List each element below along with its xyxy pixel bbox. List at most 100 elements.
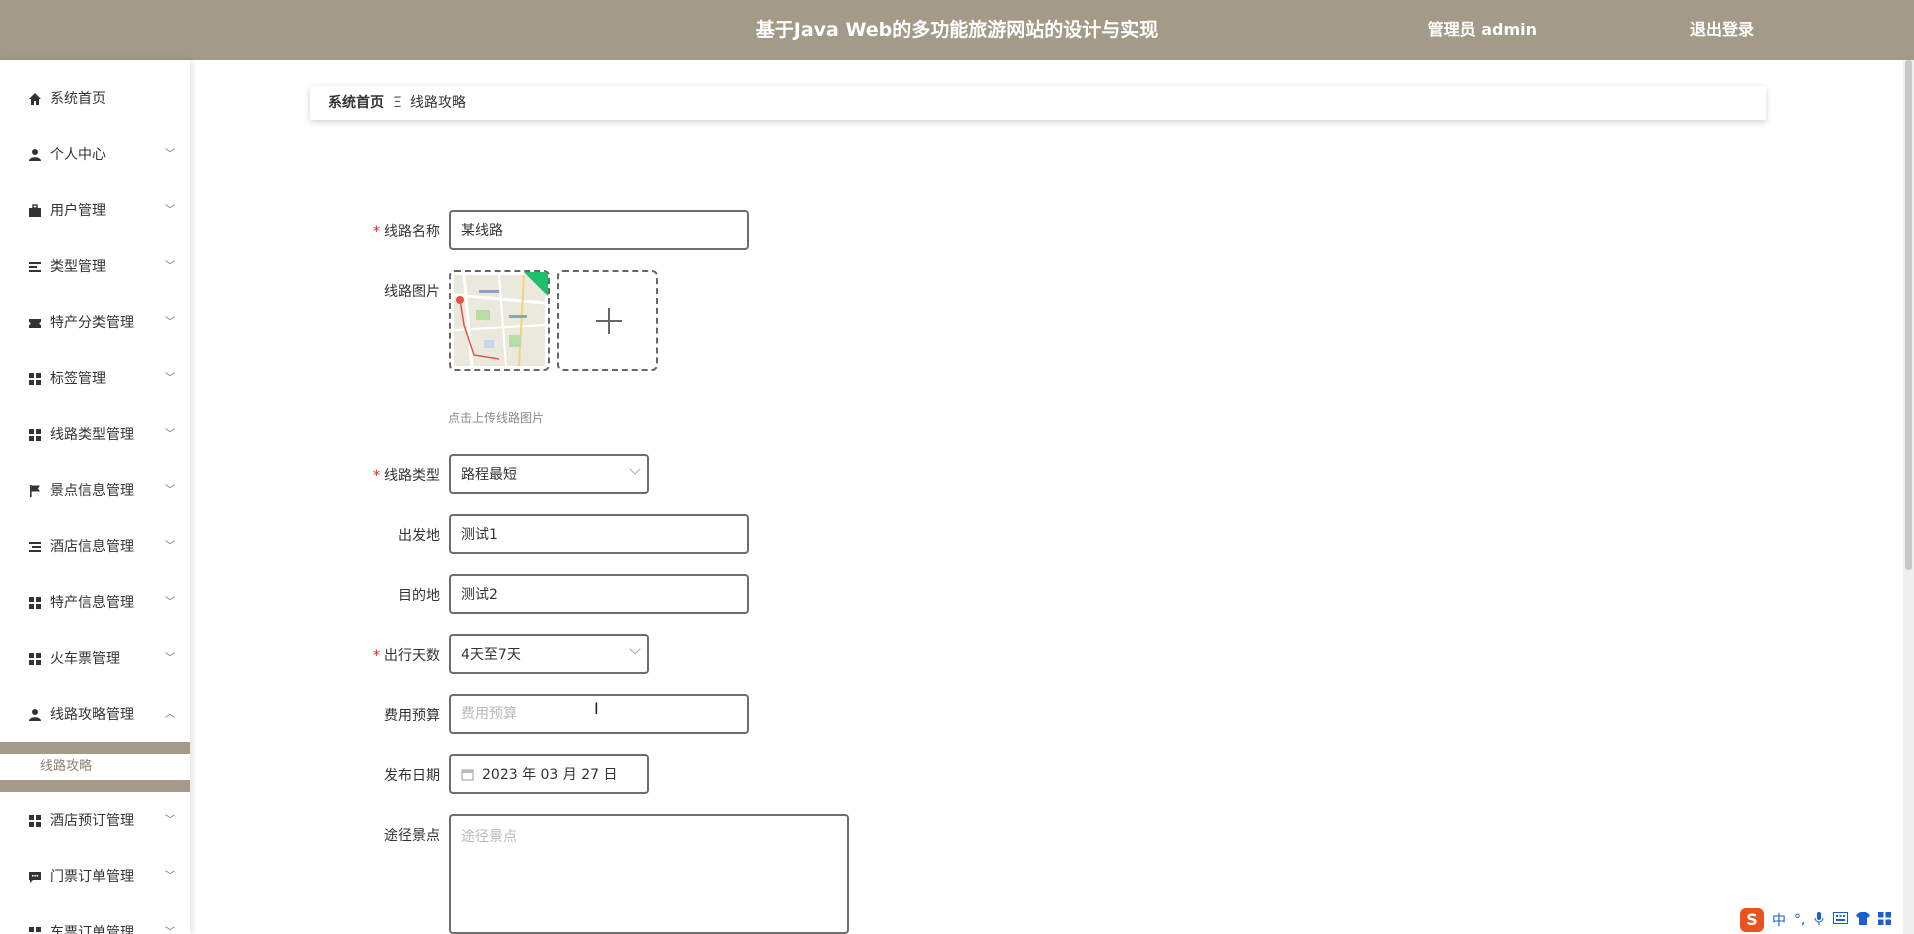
sidebar-item-ticket-orders[interactable]: 门票订单管理 ﹀ xyxy=(0,857,190,897)
skin-icon[interactable] xyxy=(1856,911,1871,929)
publish-date-label: 发布日期 xyxy=(384,768,440,784)
route-name-label: * 线路名称 xyxy=(373,224,440,240)
sidebar-item-label: 酒店预订管理 xyxy=(50,813,134,829)
publish-date-value: 2023 年 03 月 27 日 xyxy=(482,767,618,783)
sidebar-subitem-route-guide[interactable]: 线路攻略 xyxy=(0,754,190,780)
route-image-thumbnail[interactable] xyxy=(449,270,550,371)
sidebar-item-home[interactable]: 系统首页 xyxy=(0,79,190,119)
publish-date-field[interactable]: 2023 年 03 月 27 日 xyxy=(449,754,649,794)
grid-icon xyxy=(28,801,42,841)
departure-label: 出发地 xyxy=(398,528,440,544)
travel-days-select[interactable]: 4天至7天 xyxy=(449,634,649,674)
sidebar-item-label: 线路攻略管理 xyxy=(50,707,134,723)
breadcrumb-home-link[interactable]: 系统首页 xyxy=(328,86,384,120)
budget-input[interactable] xyxy=(461,706,737,722)
plus-icon-vertical xyxy=(608,308,610,334)
chevron-down-icon: ﹀ xyxy=(165,149,175,160)
sidebar-item-label: 类型管理 xyxy=(50,259,106,275)
sidebar-item-hotels[interactable]: 酒店信息管理 ﹀ xyxy=(0,527,190,567)
spots-field[interactable] xyxy=(449,814,849,934)
chevron-down-icon: ﹀ xyxy=(165,429,175,440)
budget-label: 费用预算 xyxy=(384,708,440,724)
route-name-input[interactable] xyxy=(461,222,737,238)
chevron-down-icon: ﹀ xyxy=(165,871,175,882)
sidebar-item-route-guides[interactable]: 线路攻略管理 ︿ xyxy=(0,695,190,735)
chevron-down-icon: ﹀ xyxy=(165,927,175,934)
page-scrollbar[interactable] xyxy=(1903,60,1914,934)
travel-days-value: 4天至7天 xyxy=(461,647,521,663)
breadcrumb-current: 线路攻略 xyxy=(410,95,466,111)
sidebar-item-profile[interactable]: 个人中心 ﹀ xyxy=(0,135,190,175)
grid-icon xyxy=(28,913,42,934)
sidebar-item-label: 车票订单管理 xyxy=(50,925,134,934)
sidebar-item-train-orders[interactable]: 车票订单管理 ﹀ xyxy=(0,913,190,934)
travel-days-label: * 出行天数 xyxy=(373,648,440,664)
map-image xyxy=(454,275,545,366)
route-name-field[interactable] xyxy=(449,210,749,250)
logout-button[interactable]: 退出登录 xyxy=(1690,0,1754,60)
ime-language[interactable]: 中 xyxy=(1772,910,1786,930)
person-icon xyxy=(28,135,42,175)
destination-field[interactable] xyxy=(449,574,749,614)
route-type-select[interactable]: 路程最短 xyxy=(449,454,649,494)
spots-textarea[interactable] xyxy=(461,826,837,926)
departure-input[interactable] xyxy=(461,526,737,542)
keyboard-icon[interactable] xyxy=(1833,912,1849,928)
apps-icon[interactable] xyxy=(1878,911,1892,929)
route-type-label: * 线路类型 xyxy=(373,468,440,484)
grid-icon xyxy=(28,415,42,455)
sidebar-item-users[interactable]: 用户管理 ﹀ xyxy=(0,191,190,231)
departure-field[interactable] xyxy=(449,514,749,554)
submenu-band-top xyxy=(0,742,190,754)
chevron-up-icon: ︿ xyxy=(165,709,175,720)
sidebar-item-hotel-bookings[interactable]: 酒店预订管理 ﹀ xyxy=(0,801,190,841)
destination-input[interactable] xyxy=(461,586,737,602)
sidebar-item-types[interactable]: 类型管理 ﹀ xyxy=(0,247,190,287)
upload-hint: 点击上传线路图片 xyxy=(448,411,545,425)
budget-field[interactable] xyxy=(449,694,749,734)
chevron-down-icon: ﹀ xyxy=(165,815,175,826)
text-cursor: I xyxy=(594,699,599,718)
top-header: 基于Java Web的多功能旅游网站的设计与实现 管理员 admin 退出登录 xyxy=(0,0,1914,60)
breadcrumb-separator: Ξ xyxy=(393,95,402,111)
current-user: 管理员 admin xyxy=(1427,20,1537,39)
required-mark: * xyxy=(373,468,380,484)
spots-label: 途径景点 xyxy=(384,828,440,844)
required-mark: * xyxy=(373,648,380,664)
flag-icon xyxy=(28,471,42,511)
sidebar-item-label: 门票订单管理 xyxy=(50,869,134,885)
chevron-down-icon: ﹀ xyxy=(165,205,175,216)
sidebar-item-scenic-spots[interactable]: 景点信息管理 ﹀ xyxy=(0,471,190,511)
sidebar-item-label: 个人中心 xyxy=(50,147,106,163)
chevron-down-icon: ﹀ xyxy=(165,541,175,552)
sidebar-item-label: 火车票管理 xyxy=(50,651,120,667)
ime-logo[interactable]: S xyxy=(1740,908,1764,932)
submenu-band-bottom xyxy=(0,780,190,792)
sidebar-item-label: 标签管理 xyxy=(50,371,106,387)
chevron-down-icon: ﹀ xyxy=(165,653,175,664)
person-icon xyxy=(28,695,42,735)
sidebar-item-train-tickets[interactable]: 火车票管理 ﹀ xyxy=(0,639,190,679)
scrollbar-thumb[interactable] xyxy=(1905,60,1912,570)
chevron-down-icon: ﹀ xyxy=(165,597,175,608)
chevron-down-icon: ﹀ xyxy=(165,485,175,496)
route-type-value: 路程最短 xyxy=(461,467,517,483)
sidebar-item-label: 用户管理 xyxy=(50,203,106,219)
sidebar-item-specialties[interactable]: 特产信息管理 ﹀ xyxy=(0,583,190,623)
chevron-down-icon: ﹀ xyxy=(165,317,175,328)
sidebar-item-specialty-category[interactable]: 特产分类管理 ﹀ xyxy=(0,303,190,343)
required-mark: * xyxy=(373,224,380,240)
image-upload-button[interactable] xyxy=(557,270,658,371)
sidebar-item-route-types[interactable]: 线路类型管理 ﹀ xyxy=(0,415,190,455)
microphone-icon[interactable] xyxy=(1813,911,1825,929)
sidebar-item-label: 系统首页 xyxy=(50,91,106,107)
destination-label: 目的地 xyxy=(398,588,440,604)
system-tray: S 中 °, xyxy=(1740,906,1914,934)
sidebar-item-label: 线路类型管理 xyxy=(50,427,134,443)
punctuation-icon[interactable]: °, xyxy=(1794,912,1805,928)
sidebar-item-tags[interactable]: 标签管理 ﹀ xyxy=(0,359,190,399)
chevron-down-icon: ﹀ xyxy=(165,373,175,384)
home-icon xyxy=(28,79,42,119)
sidebar-item-label: 特产信息管理 xyxy=(50,595,134,611)
sidebar: 系统首页 个人中心 ﹀ 用户管理 ﹀ 类型管理 ﹀ 特产分类管理 ﹀ 标签管理 xyxy=(0,60,190,934)
